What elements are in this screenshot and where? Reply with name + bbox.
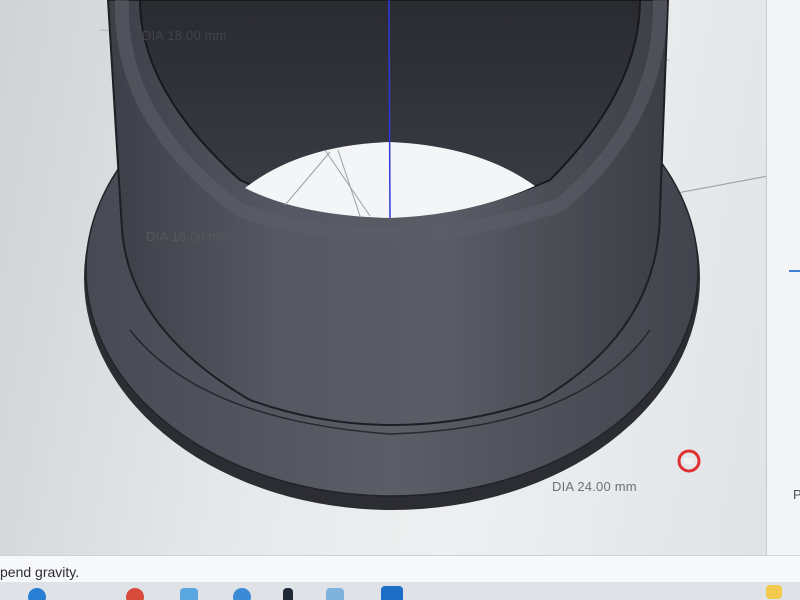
ultimaker-cura-icon[interactable] [381,586,403,600]
panel-accent-line [789,270,800,272]
3d-viewport[interactable]: DIA 18.00 mm DIA 16.00 mm DIA 24.00 mm [0,0,800,555]
dimension-label-bottom: DIA 24.00 mm [552,479,637,494]
dimension-label-top: DIA 18.00 mm [142,28,227,43]
z-axis [388,0,391,219]
dimension-label-middle: DIA 16.00 mm [146,229,231,244]
photos-icon[interactable] [326,588,344,600]
panel-partial-label: P [793,487,800,502]
taskbar [0,582,800,600]
status-bar: pend gravity. [0,555,800,583]
notion-icon[interactable] [283,588,293,600]
application-window: DIA 18.00 mm DIA 16.00 mm DIA 24.00 mm P… [0,0,800,600]
status-message: pend gravity. [0,564,80,580]
browser-icon[interactable] [28,588,46,600]
model-view[interactable] [0,0,800,555]
chrome-icon[interactable] [126,588,144,600]
notification-icon[interactable] [766,585,782,599]
file-explorer-icon[interactable] [180,588,198,600]
right-side-panel: P [766,0,800,555]
edge-icon[interactable] [233,588,251,600]
rotate-handle[interactable] [677,449,701,473]
